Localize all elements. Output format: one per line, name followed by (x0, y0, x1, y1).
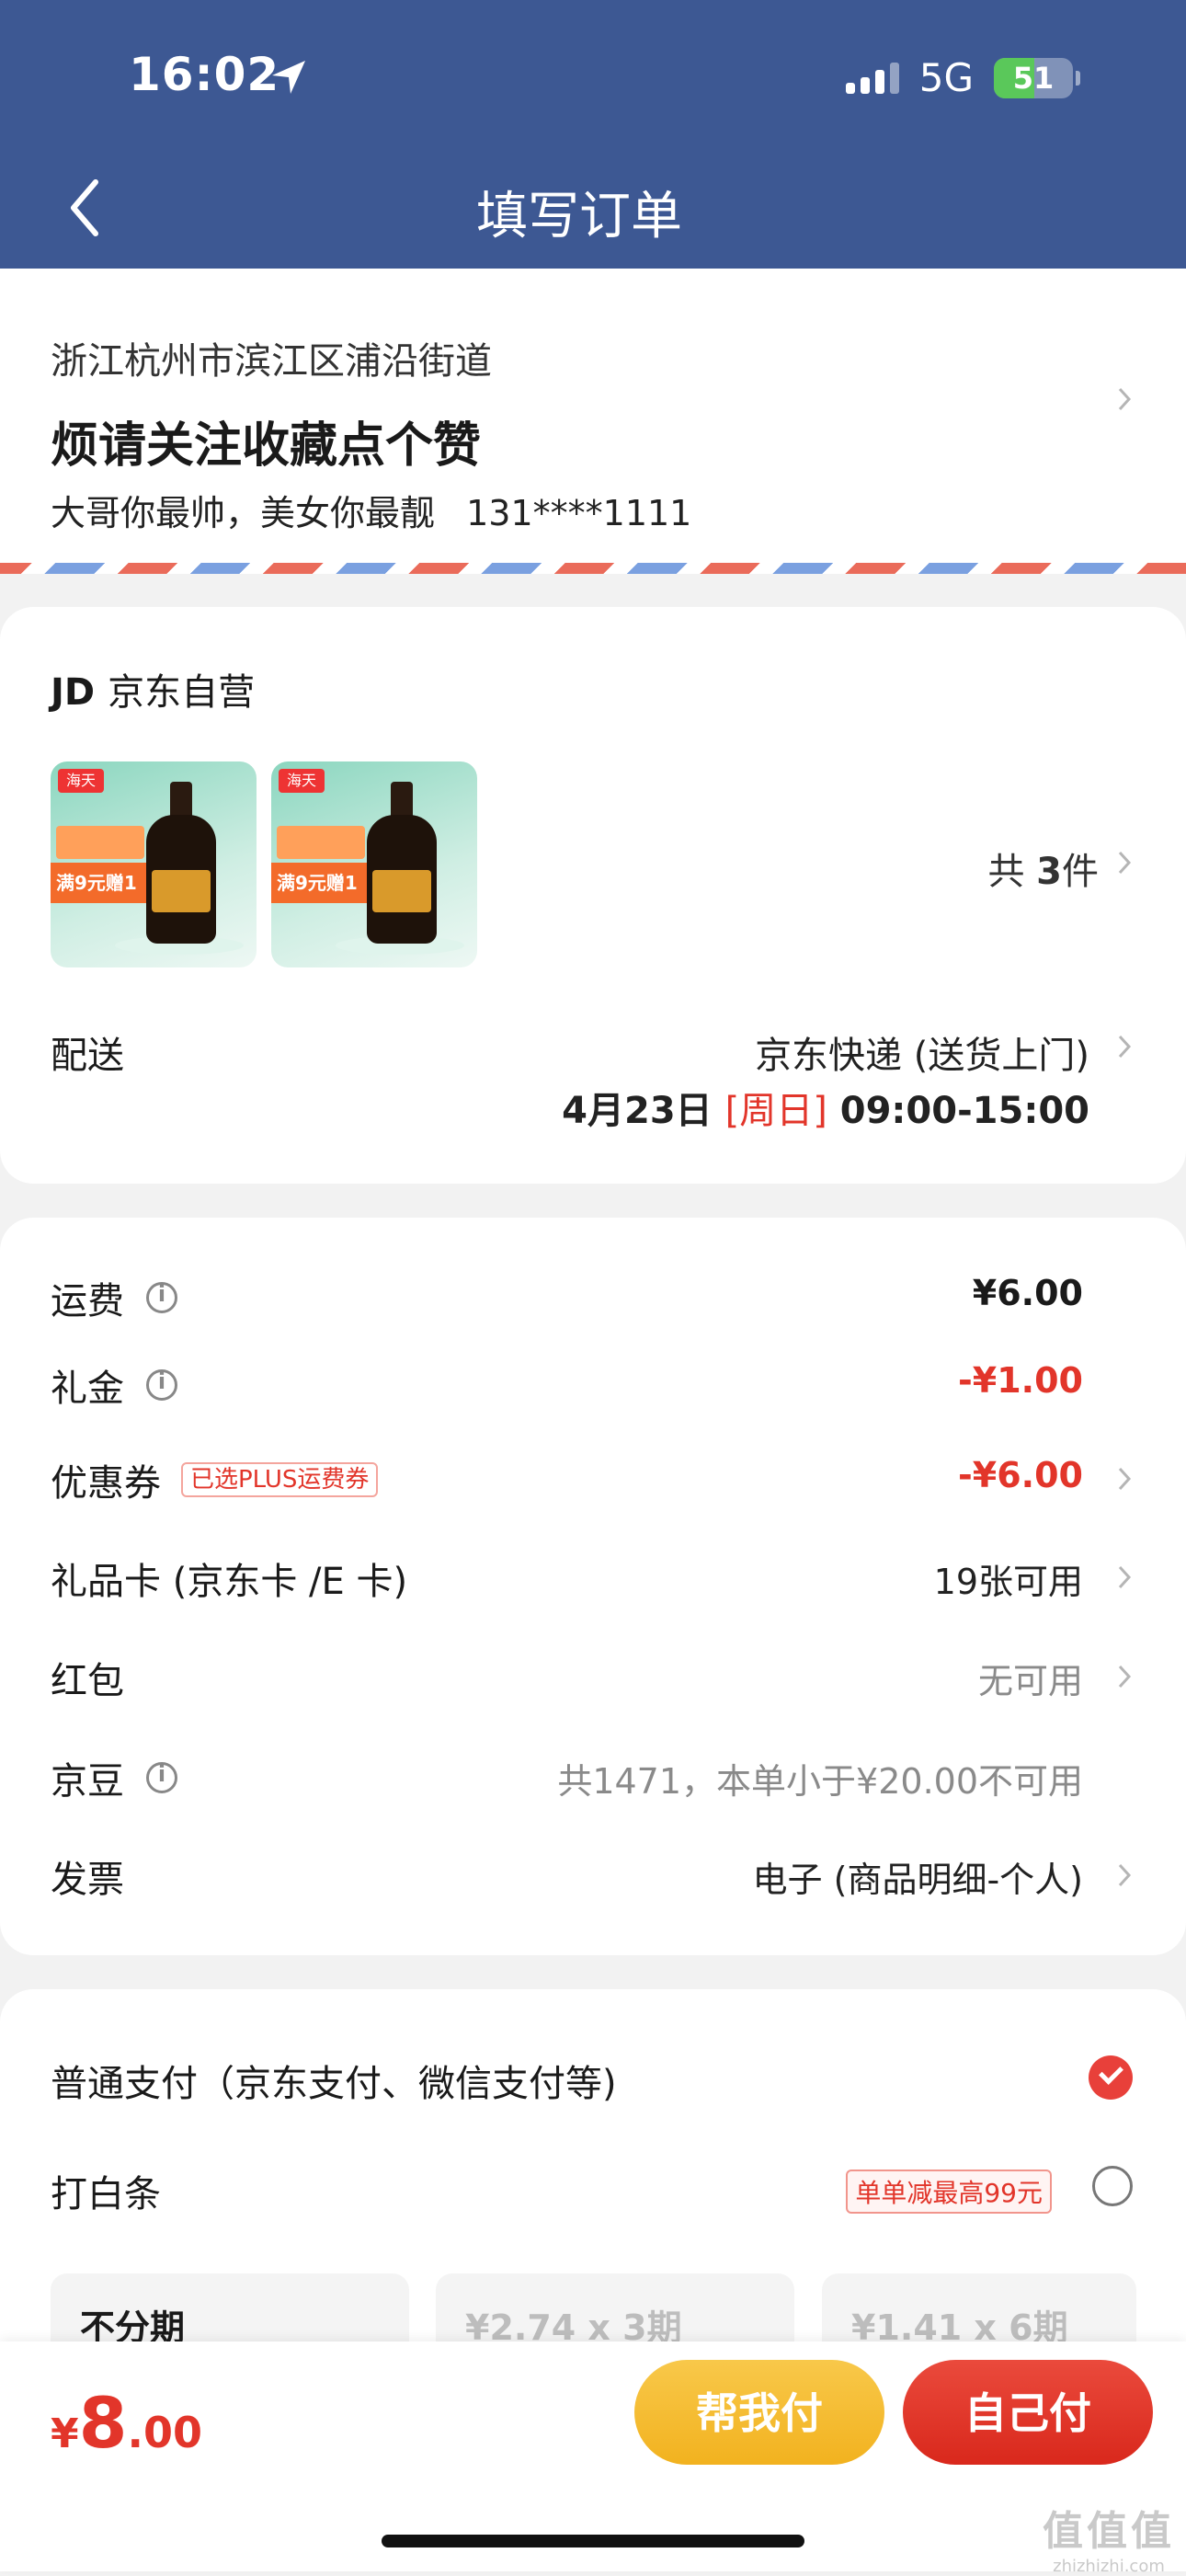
coupon-row[interactable]: 优惠券 已选PLUS运费券 -¥6.00 (0, 1442, 1186, 1516)
invoice-label: 发票 (51, 1859, 124, 1901)
address-card[interactable]: 浙江杭州市滨江区浦沿街道 烦请关注收藏点个赞 大哥你最帅，美女你最靓 131**… (0, 269, 1186, 570)
total-currency: ¥ (51, 2410, 79, 2457)
freight-row: 运费 ¥6.00 (0, 1260, 1186, 1334)
red-packet-row[interactable]: 红包 无可用 (0, 1640, 1186, 1713)
contact-phone: 131****1111 (466, 493, 692, 533)
help-pay-button[interactable]: 帮我付 (634, 2360, 884, 2465)
delivery-date: 4月23日 (562, 1090, 713, 1132)
contact-name: 大哥你最帅，美女你最靓 (51, 493, 436, 533)
home-indicator (382, 2535, 804, 2547)
total-decimal: .00 (127, 2408, 203, 2457)
airmail-border (0, 563, 1186, 574)
watermark: 值值值 zhizhizhi.com (1043, 2498, 1175, 2576)
coupon-label: 优惠券 (51, 1462, 161, 1505)
network-type: 5G (918, 55, 974, 100)
status-indicators: 5G 51 (845, 55, 1080, 100)
red-packet-value: 无可用 (977, 1661, 1083, 1701)
product-thumbnail[interactable]: 海天 满9元赠1 (271, 761, 477, 967)
chevron-right-icon (1118, 387, 1132, 411)
normal-pay-label[interactable]: 普通支付（京东支付、微信支付等) (51, 2054, 617, 2107)
jd-logo: JD (51, 671, 96, 714)
chevron-right-icon (1118, 1665, 1132, 1689)
gift-money-label: 礼金 (51, 1368, 124, 1410)
freight-label: 运费 (51, 1280, 124, 1322)
total-price: ¥ 8 .00 (51, 2382, 202, 2464)
invoice-row[interactable]: 发票 电子 (商品明细-个人) (0, 1838, 1186, 1912)
delivery-window: 09:00-15:00 (839, 1090, 1089, 1132)
jingdou-value: 共1471，本单小于¥20.00不可用 (557, 1761, 1083, 1802)
red-packet-label: 红包 (51, 1660, 124, 1702)
gift-card-label: 礼品卡 (京东卡 /E 卡) (51, 1561, 408, 1603)
invoice-value: 电子 (商品明细-个人) (752, 1860, 1083, 1900)
address-contact: 大哥你最帅，美女你最靓 131****1111 (51, 485, 691, 535)
gift-card-value: 19张可用 (933, 1562, 1083, 1602)
delivery-time[interactable]: 4月23日 [周日] 09:00-15:00 (562, 1081, 1089, 1134)
battery-tip (1076, 70, 1080, 86)
info-icon[interactable] (146, 1281, 177, 1313)
product-thumbnail[interactable]: 海天 满9元赠1 (51, 761, 257, 967)
baitiao-promo-tag: 单单减最高99元 (846, 2170, 1052, 2214)
delivery-method[interactable]: 京东快递 (送货上门) (755, 1025, 1089, 1079)
jingdou-row: 京豆 共1471，本单小于¥20.00不可用 (0, 1740, 1186, 1814)
promo-ribbon (277, 826, 365, 859)
info-icon[interactable] (146, 1368, 177, 1401)
freight-value: ¥6.00 (972, 1273, 1083, 1313)
address-region: 浙江杭州市滨江区浦沿街道 (51, 340, 492, 383)
coupon-tag: 已选PLUS运费券 (181, 1462, 379, 1497)
brand-badge: 海天 (279, 769, 325, 793)
count-value: 3 (1036, 851, 1062, 893)
battery-level: 51 (1012, 60, 1055, 96)
store-header: JD 京东自营 (51, 662, 255, 716)
count-suffix: 件 (1062, 851, 1099, 893)
delivery-day: [周日] (724, 1090, 827, 1132)
gift-money-value: -¥1.00 (958, 1360, 1083, 1401)
watermark-logo: 值值值 (1043, 2508, 1175, 2555)
info-icon[interactable] (146, 1761, 177, 1793)
baitiao-label[interactable]: 打白条 (51, 2164, 161, 2217)
goods-count[interactable]: 共 3件 (987, 841, 1099, 895)
gift-card-row[interactable]: 礼品卡 (京东卡 /E 卡) 19张可用 (0, 1540, 1186, 1614)
jingdou-label: 京豆 (51, 1760, 124, 1803)
store-name: 京东自营 (108, 671, 256, 714)
promo-ribbon (56, 826, 144, 859)
location-arrow-icon (272, 61, 305, 94)
self-pay-button[interactable]: 自己付 (903, 2360, 1153, 2465)
navigation-header: 16:02 5G 51 填写订单 (0, 0, 1186, 269)
signal-icon (845, 62, 899, 94)
fees-card: 运费 ¥6.00 礼金 -¥1.00 优惠券已选PLUS运费券 -¥6.00 礼… (0, 1218, 1186, 1955)
radio-button[interactable] (1092, 2166, 1133, 2206)
gift-money-row: 礼金 -¥1.00 (0, 1347, 1186, 1421)
total-integer: 8 (78, 2382, 128, 2464)
battery-icon: 51 (994, 57, 1073, 98)
delivery-label: 配送 (51, 1035, 124, 1077)
soy-sauce-bottle-image (143, 782, 220, 944)
chevron-right-icon (1118, 1467, 1132, 1491)
selected-check-icon[interactable] (1089, 2055, 1133, 2100)
goods-card: JD 京东自营 海天 满9元赠1 海天 满9元赠1 共 3件 配送 京东快递 (送… (0, 607, 1186, 1184)
status-time: 16:02 (129, 48, 280, 101)
watermark-url: zhizhizhi.com (1053, 2557, 1165, 2576)
page-title: 填写订单 (476, 187, 682, 246)
chevron-right-icon (1118, 1863, 1132, 1887)
soy-sauce-bottle-image (363, 782, 440, 944)
coupon-value: -¥6.00 (958, 1455, 1083, 1495)
chevron-right-icon (1118, 1565, 1132, 1589)
promo-label: 满9元赠1 (271, 863, 378, 903)
address-recipient: 烦请关注收藏点个赞 (51, 418, 482, 474)
chevron-right-icon (1118, 851, 1132, 875)
promo-label: 满9元赠1 (51, 863, 157, 903)
count-prefix: 共 (987, 851, 1025, 893)
chevron-right-icon (1118, 1035, 1132, 1059)
brand-badge: 海天 (58, 769, 104, 793)
